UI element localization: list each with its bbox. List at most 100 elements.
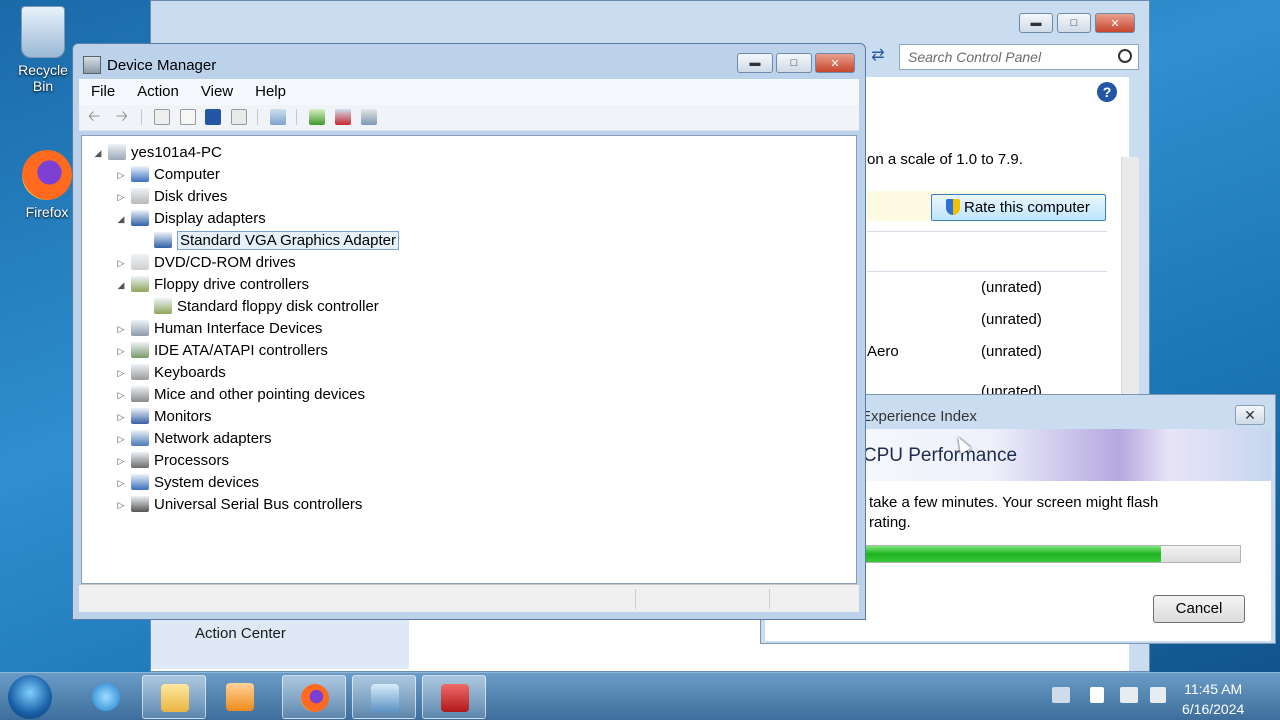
- desktop-icon-recycle-bin[interactable]: Recycle Bin: [8, 6, 78, 94]
- expand-arrow-icon[interactable]: ▷: [115, 450, 127, 472]
- sidebar-link-label: Action Center: [195, 625, 286, 642]
- show-hide-console-tree-icon[interactable]: [153, 109, 170, 125]
- tree-node[interactable]: ◢ Display adapters: [115, 208, 266, 230]
- forward-arrow-icon[interactable]: 🡢: [113, 109, 131, 125]
- expand-arrow-icon[interactable]: ▷: [115, 186, 127, 208]
- tree-node[interactable]: ▷ Processors: [115, 450, 229, 472]
- toolbar-separator: [257, 109, 259, 125]
- volume-muted-icon[interactable]: [1150, 687, 1166, 703]
- tree-node[interactable]: Standard floppy disk controller: [138, 296, 379, 318]
- properties-icon[interactable]: [179, 109, 196, 125]
- menu-action[interactable]: Action: [125, 83, 189, 105]
- tree-node[interactable]: Standard VGA Graphics Adapter: [138, 230, 399, 252]
- minimize-button[interactable]: ▬: [1019, 13, 1053, 33]
- tree-node-label: Keyboards: [154, 364, 226, 381]
- device-manager-icon: [441, 684, 469, 712]
- expand-arrow-icon[interactable]: ▷: [115, 164, 127, 186]
- taskbar-windows-explorer[interactable]: [142, 675, 206, 719]
- expand-arrow-icon[interactable]: ▷: [115, 340, 127, 362]
- score-value: (unrated): [981, 311, 1042, 328]
- taskbar-media-center[interactable]: [208, 675, 272, 719]
- keyboard-tray-icon[interactable]: [1052, 687, 1070, 703]
- maximize-button[interactable]: □: [776, 53, 812, 73]
- close-button[interactable]: ✕: [1095, 13, 1135, 33]
- monitor-icon: [131, 408, 149, 424]
- help-icon[interactable]: ?: [1097, 82, 1117, 102]
- expand-arrow-icon[interactable]: ▷: [115, 384, 127, 406]
- system-clock[interactable]: 11:45 AM 6/16/2024: [1182, 679, 1244, 719]
- score-label: Aero: [867, 343, 899, 360]
- cancel-button[interactable]: Cancel: [1153, 595, 1245, 623]
- toolbar: 🡠 🡢: [79, 105, 859, 131]
- control-panel-icon: [371, 684, 399, 712]
- media-center-icon: [226, 683, 254, 711]
- tree-node[interactable]: ▷ Mice and other pointing devices: [115, 384, 365, 406]
- expand-arrow-icon[interactable]: ▷: [115, 318, 127, 340]
- tree-node[interactable]: ◢ yes101a4-PC: [92, 142, 222, 164]
- scan-hardware-icon[interactable]: [270, 109, 287, 125]
- expand-arrow-icon[interactable]: ▷: [115, 362, 127, 384]
- taskbar-firefox[interactable]: [282, 675, 346, 719]
- tree-node[interactable]: ▷ DVD/CD-ROM drives: [115, 252, 296, 274]
- window-title: Device Manager: [107, 57, 217, 74]
- update-driver-icon[interactable]: [308, 109, 325, 125]
- search-icon[interactable]: [1118, 49, 1132, 63]
- tree-node[interactable]: ▷ Universal Serial Bus controllers: [115, 494, 362, 516]
- device-manager-window: Device Manager ▬ □ ✕ File Action View He…: [72, 43, 866, 620]
- tree-node[interactable]: ▷ Monitors: [115, 406, 212, 428]
- tree-node[interactable]: ▷ Network adapters: [115, 428, 272, 450]
- expand-arrow-icon[interactable]: ▷: [115, 472, 127, 494]
- tree-node[interactable]: ▷ Computer: [115, 164, 220, 186]
- taskbar-internet-explorer[interactable]: [74, 675, 138, 719]
- hid-icon: [131, 320, 149, 336]
- search-input[interactable]: Search Control Panel: [899, 44, 1139, 70]
- dialog-message: take a few minutes. Your screen might fl…: [869, 493, 1158, 533]
- sidebar-link-action-center[interactable]: Action Center: [151, 617, 409, 669]
- maximize-button[interactable]: □: [1057, 13, 1091, 33]
- minimize-button[interactable]: ▬: [737, 53, 773, 73]
- taskbar-device-manager[interactable]: [422, 675, 486, 719]
- network-adapter-icon: [131, 430, 149, 446]
- tree-node[interactable]: ▷ System devices: [115, 472, 259, 494]
- back-arrow-icon[interactable]: 🡠: [85, 109, 103, 125]
- rate-this-computer-button[interactable]: Rate this computer: [931, 194, 1106, 221]
- close-button[interactable]: ✕: [815, 53, 855, 73]
- tree-node-label: IDE ATA/ATAPI controllers: [154, 342, 328, 359]
- help-icon[interactable]: [205, 109, 222, 125]
- divider: [867, 271, 1107, 272]
- toolbar-separator: [296, 109, 298, 125]
- tree-node-label: Mice and other pointing devices: [154, 386, 365, 403]
- keyboard-icon: [131, 364, 149, 380]
- tree-node[interactable]: ▷ Human Interface Devices: [115, 318, 322, 340]
- refresh-icon[interactable]: ⇄: [865, 45, 891, 69]
- action-center-flag-icon[interactable]: [1090, 687, 1104, 703]
- tree-node-label: Display adapters: [154, 210, 266, 227]
- start-button[interactable]: [8, 675, 52, 719]
- tree-node-label: Human Interface Devices: [154, 320, 323, 337]
- tree-node[interactable]: ◢ Floppy drive controllers: [115, 274, 309, 296]
- action-pane-icon[interactable]: [231, 109, 248, 125]
- tree-node[interactable]: ▷ IDE ATA/ATAPI controllers: [115, 340, 328, 362]
- menu-help[interactable]: Help: [243, 83, 296, 105]
- expand-arrow-icon[interactable]: ▷: [115, 252, 127, 274]
- taskbar-control-panel[interactable]: [352, 675, 416, 719]
- uninstall-device-icon[interactable]: [360, 109, 377, 125]
- disable-device-icon[interactable]: [334, 109, 351, 125]
- expand-arrow-icon[interactable]: ▷: [115, 428, 127, 450]
- collapse-arrow-icon[interactable]: ◢: [92, 142, 104, 164]
- expand-arrow-icon[interactable]: ▷: [115, 406, 127, 428]
- menu-view[interactable]: View: [189, 83, 243, 105]
- score-row: Aero (unrated): [867, 343, 1107, 360]
- system-device-icon: [131, 474, 149, 490]
- collapse-arrow-icon[interactable]: ◢: [115, 274, 127, 296]
- firefox-icon: [22, 150, 72, 200]
- network-tray-icon[interactable]: [1120, 687, 1138, 703]
- windows-explorer-icon: [161, 684, 189, 712]
- expand-arrow-icon[interactable]: ▷: [115, 494, 127, 516]
- menu-file[interactable]: File: [79, 83, 125, 105]
- tree-node[interactable]: ▷ Disk drives: [115, 186, 227, 208]
- collapse-arrow-icon[interactable]: ◢: [115, 208, 127, 230]
- dialog-close-button[interactable]: ✕: [1235, 405, 1265, 425]
- dialog-title: Experience Index: [861, 408, 977, 425]
- tree-node[interactable]: ▷ Keyboards: [115, 362, 226, 384]
